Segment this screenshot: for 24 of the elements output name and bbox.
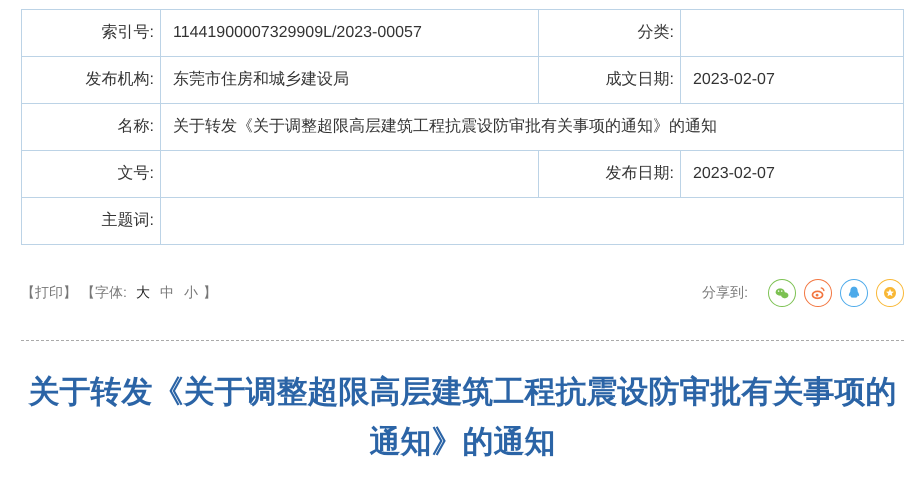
field-label: 索引号: xyxy=(102,24,154,41)
font-size-option[interactable]: 小 xyxy=(184,282,198,303)
field-label: 主题词: xyxy=(102,212,154,229)
font-size-option[interactable]: 中 xyxy=(160,282,174,303)
weibo-icon[interactable] xyxy=(804,278,832,306)
print-link[interactable]: 【打印】 xyxy=(21,282,77,303)
font-size-option[interactable]: 大 xyxy=(136,282,150,303)
field-label: 文号: xyxy=(118,165,154,182)
field-label: 成文日期: xyxy=(606,71,674,88)
article-title: 关于转发《关于调整超限高层建筑工程抗震设防审批有关事项的通知》的通知 xyxy=(28,373,898,461)
field-value: 2023-02-07 xyxy=(693,165,775,182)
field-label: 分类: xyxy=(638,24,674,41)
penguin-icon[interactable] xyxy=(840,278,868,306)
font-size-bracket: 】 xyxy=(202,283,217,302)
field-label: 名称: xyxy=(118,118,154,135)
share-label: 分享到: xyxy=(702,283,748,302)
field-value: 关于转发《关于调整超限高层建筑工程抗震设防审批有关事项的通知》的通知 xyxy=(173,118,717,135)
field-label: 发布机构: xyxy=(86,71,154,88)
field-value: 11441900007329909L/2023-00057 xyxy=(173,24,422,41)
field-label: 发布日期: xyxy=(606,165,674,182)
field-value: 东莞市住房和城乡建设局 xyxy=(173,71,349,88)
font-size-label: 【字体: xyxy=(81,283,127,302)
field-value: 2023-02-07 xyxy=(693,71,775,88)
wechat-icon[interactable] xyxy=(768,278,796,306)
